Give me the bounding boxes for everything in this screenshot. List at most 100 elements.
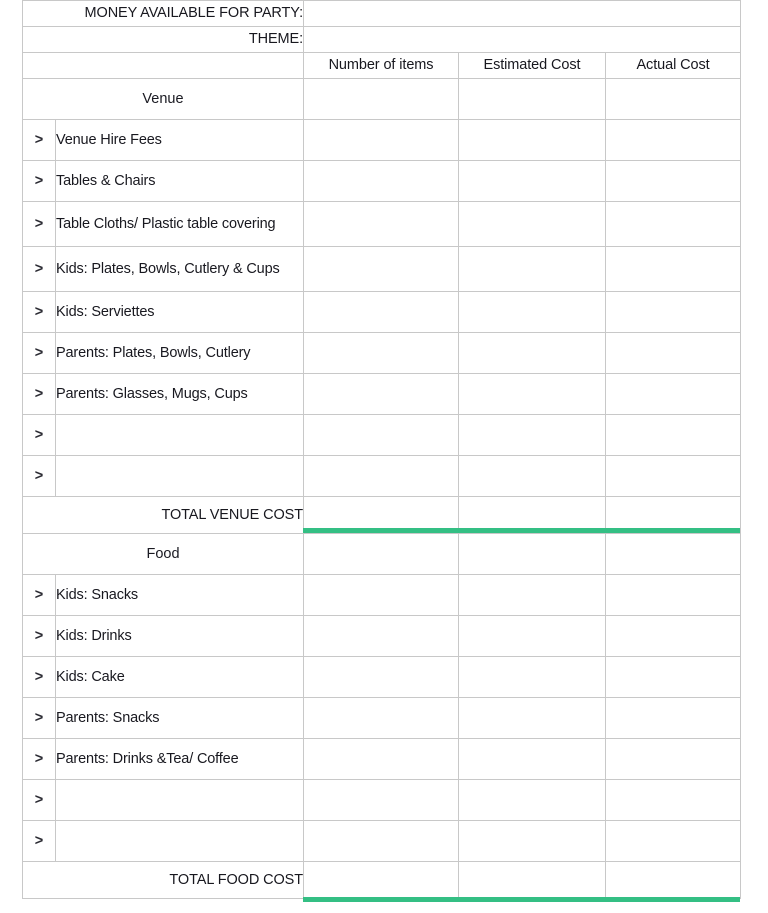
cell-actual-cost[interactable]: [604, 779, 742, 821]
section-venue-estimated-cell[interactable]: [458, 78, 606, 120]
cell-estimated-cost[interactable]: [458, 574, 606, 616]
item-label: Parents: Glasses, Mugs, Cups: [55, 373, 304, 415]
cell-number-of-items[interactable]: [303, 291, 459, 333]
expand-arrow-icon[interactable]: >: [22, 291, 56, 333]
cell-actual-cost[interactable]: [604, 820, 742, 862]
cell-number-of-items[interactable]: [303, 373, 459, 415]
item-label: Tables & Chairs: [55, 160, 304, 202]
cell-number-of-items[interactable]: [303, 738, 459, 780]
cell-number-of-items[interactable]: [303, 119, 459, 161]
cell-number-of-items[interactable]: [303, 574, 459, 616]
cell-actual-cost[interactable]: [604, 615, 742, 657]
cell-estimated-cost[interactable]: [458, 656, 606, 698]
theme-input[interactable]: [302, 26, 742, 53]
cell-estimated-cost[interactable]: [458, 291, 606, 333]
cell-number-of-items[interactable]: [303, 201, 459, 247]
item-label: Kids: Drinks: [55, 615, 304, 657]
table-row: > Kids: Cake: [22, 656, 742, 698]
cell-estimated-cost[interactable]: [458, 414, 606, 456]
expand-arrow-icon[interactable]: >: [22, 820, 56, 862]
table-row: > Parents: Glasses, Mugs, Cups: [22, 373, 742, 415]
table-row: > Venue Hire Fees: [22, 119, 742, 161]
cell-estimated-cost[interactable]: [458, 160, 606, 202]
expand-arrow-icon[interactable]: >: [22, 656, 56, 698]
expand-arrow-icon[interactable]: >: [22, 697, 56, 739]
cell-estimated-cost[interactable]: [458, 201, 606, 247]
item-label[interactable]: [55, 779, 304, 821]
expand-arrow-icon[interactable]: >: [22, 574, 56, 616]
cell-actual-cost[interactable]: [604, 455, 742, 497]
section-food-number-cell[interactable]: [303, 533, 459, 575]
total-food-estimated-cost[interactable]: [458, 861, 606, 899]
expand-arrow-icon[interactable]: >: [22, 332, 56, 374]
cell-number-of-items[interactable]: [303, 820, 459, 862]
expand-arrow-icon[interactable]: >: [22, 414, 56, 456]
cell-actual-cost[interactable]: [604, 201, 742, 247]
expand-arrow-icon[interactable]: >: [22, 779, 56, 821]
cell-number-of-items[interactable]: [303, 332, 459, 374]
expand-arrow-icon[interactable]: >: [22, 246, 56, 292]
cell-estimated-cost[interactable]: [458, 119, 606, 161]
expand-arrow-icon[interactable]: >: [22, 738, 56, 780]
section-food-actual-cell[interactable]: [604, 533, 742, 575]
table-row: > Kids: Drinks: [22, 615, 742, 657]
cell-number-of-items[interactable]: [303, 414, 459, 456]
item-label: Parents: Snacks: [55, 697, 304, 739]
cell-number-of-items[interactable]: [303, 697, 459, 739]
budget-spreadsheet: MONEY AVAILABLE FOR PARTY: THEME: Number…: [0, 0, 768, 913]
total-food-cost-label: TOTAL FOOD COST: [22, 861, 304, 899]
expand-arrow-icon[interactable]: >: [22, 201, 56, 247]
table-row: > Kids: Serviettes: [22, 291, 742, 333]
section-title-food: Food: [22, 533, 304, 575]
cell-number-of-items[interactable]: [303, 615, 459, 657]
cell-actual-cost[interactable]: [604, 414, 742, 456]
expand-arrow-icon[interactable]: >: [22, 455, 56, 497]
expand-arrow-icon[interactable]: >: [22, 119, 56, 161]
section-venue-actual-cell[interactable]: [604, 78, 742, 120]
cell-estimated-cost[interactable]: [458, 779, 606, 821]
cell-number-of-items[interactable]: [303, 160, 459, 202]
cell-actual-cost[interactable]: [604, 332, 742, 374]
cell-actual-cost[interactable]: [604, 246, 742, 292]
section-food-estimated-cell[interactable]: [458, 533, 606, 575]
cell-estimated-cost[interactable]: [458, 246, 606, 292]
expand-arrow-icon[interactable]: >: [22, 160, 56, 202]
cell-number-of-items[interactable]: [303, 779, 459, 821]
total-venue-cost-label: TOTAL VENUE COST: [22, 496, 304, 534]
section-venue-number-cell[interactable]: [303, 78, 459, 120]
cell-actual-cost[interactable]: [604, 738, 742, 780]
money-available-label: MONEY AVAILABLE FOR PARTY:: [22, 0, 304, 27]
expand-arrow-icon[interactable]: >: [22, 615, 56, 657]
money-available-input[interactable]: [302, 0, 742, 27]
cell-estimated-cost[interactable]: [458, 820, 606, 862]
item-label: Table Cloths/ Plastic table covering: [55, 201, 304, 247]
cell-estimated-cost[interactable]: [458, 373, 606, 415]
cell-number-of-items[interactable]: [303, 246, 459, 292]
cell-actual-cost[interactable]: [604, 119, 742, 161]
table-row: > Kids: Snacks: [22, 574, 742, 616]
header-estimated-cost: Estimated Cost: [458, 52, 606, 79]
cell-estimated-cost[interactable]: [458, 697, 606, 739]
cell-actual-cost[interactable]: [604, 656, 742, 698]
item-label[interactable]: [55, 455, 304, 497]
item-label[interactable]: [55, 820, 304, 862]
cell-estimated-cost[interactable]: [458, 615, 606, 657]
cell-estimated-cost[interactable]: [458, 738, 606, 780]
cell-actual-cost[interactable]: [604, 574, 742, 616]
cell-actual-cost[interactable]: [604, 697, 742, 739]
item-label[interactable]: [55, 414, 304, 456]
table-row: > Tables & Chairs: [22, 160, 742, 202]
expand-arrow-icon[interactable]: >: [22, 373, 56, 415]
cell-number-of-items[interactable]: [303, 656, 459, 698]
section-title-venue: Venue: [22, 78, 304, 120]
cell-number-of-items[interactable]: [303, 455, 459, 497]
cell-actual-cost[interactable]: [604, 291, 742, 333]
total-food-actual-cost[interactable]: [604, 861, 742, 899]
cell-estimated-cost[interactable]: [458, 332, 606, 374]
total-food-number-of-items[interactable]: [303, 861, 459, 899]
cell-estimated-cost[interactable]: [458, 455, 606, 497]
cell-actual-cost[interactable]: [604, 373, 742, 415]
cell-actual-cost[interactable]: [604, 160, 742, 202]
item-label: Kids: Cake: [55, 656, 304, 698]
header-corner-cell: [22, 52, 304, 79]
